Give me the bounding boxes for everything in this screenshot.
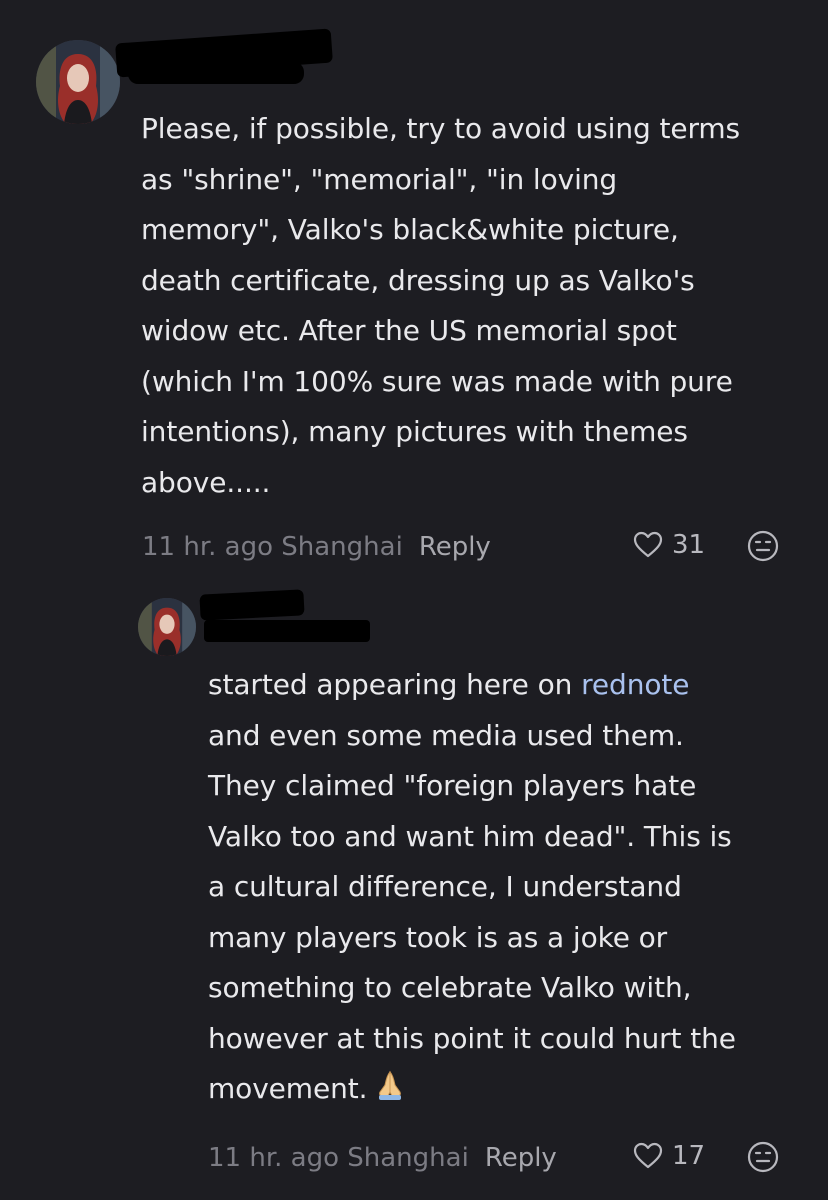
redacted-username [199,589,305,621]
rednote-link[interactable]: rednote [581,668,689,701]
avatar[interactable] [138,598,196,656]
text-line: memory", Valko's black&white picture, [141,213,679,246]
folded-hands-emoji [379,1070,402,1100]
avatar[interactable] [36,40,120,124]
avatar-image [138,598,196,656]
comment-text: started appearing here on rednote and ev… [208,660,736,1115]
heart-outline-icon [633,531,663,558]
text-segment: started appearing here on [208,668,582,701]
text-line: many players took is as a joke or [208,920,668,954]
timestamp-location: 11 hr. ago Shanghai [208,1143,469,1173]
text-line: as "shrine", "memorial", "in loving [141,162,618,196]
redacted-username-extra [128,62,304,84]
comment-meta: 11 hr. ago Shanghai Reply [142,527,491,567]
text-line: however at this point it could hurt the [208,1021,736,1055]
timestamp-location: 11 hr. ago Shanghai [142,532,403,562]
text-line: intentions), many pictures with themes [141,415,688,448]
redacted-username-extra [204,620,370,642]
text-line: movement. [208,1064,736,1115]
like-count: 17 [672,1141,706,1171]
like-count: 31 [672,530,706,560]
reply-button[interactable]: Reply [485,1143,557,1173]
comment-meta: 11 hr. ago Shanghai Reply [208,1138,557,1178]
text-line: started appearing here on rednote [208,660,736,711]
text-line: death certificate, dressing up as Valko'… [141,263,695,297]
neutral-face-icon[interactable] [746,529,780,563]
text-segment: movement. [208,1072,368,1105]
text-line: a cultural difference, I understand [208,870,682,903]
heart-outline-icon [633,1142,663,1169]
comment-text: Please, if possible, try to avoid using … [141,104,740,508]
text-line: (which I'm 100% sure was made with pure [141,364,733,398]
avatar-image [36,40,120,124]
text-line: widow etc. After the US memorial spot [141,314,677,347]
like-button[interactable]: 31 [632,525,705,565]
text-line: and even some media used them. [208,718,684,752]
text-line: above..... [141,465,271,499]
neutral-face-icon[interactable] [746,1140,780,1174]
like-button[interactable]: 17 [632,1136,705,1176]
text-line: They claimed "foreign players hate [208,769,697,802]
text-line: Please, if possible, try to avoid using … [141,112,741,145]
text-line: something to celebrate Valko with, [208,971,692,1004]
text-line: Valko too and want him dead". This is [208,819,732,853]
reply-button[interactable]: Reply [419,532,491,562]
